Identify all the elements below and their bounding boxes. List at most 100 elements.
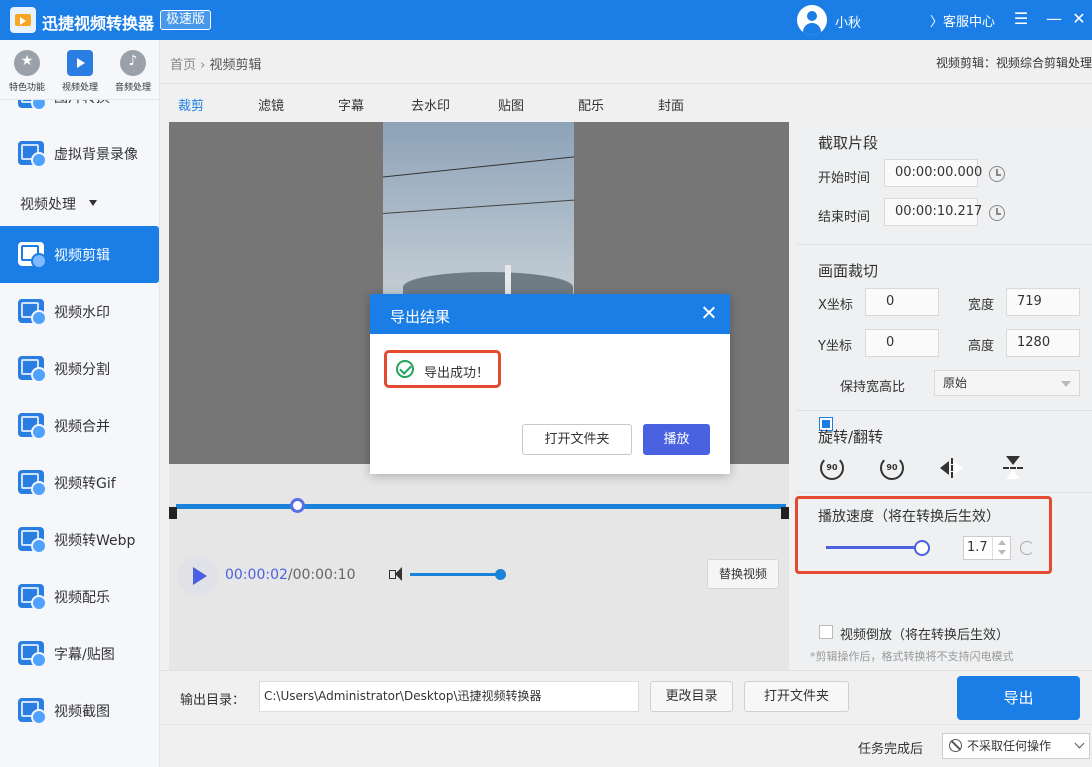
success-message-box: 导出成功！	[384, 350, 501, 388]
avatar[interactable]	[797, 5, 827, 35]
after-task-select[interactable]: 不采取任何操作	[942, 733, 1090, 759]
height-label: 高度	[968, 339, 995, 354]
sidebar-item-video-watermark[interactable]: 视频水印	[0, 283, 159, 340]
clock-icon[interactable]	[989, 166, 1005, 182]
replace-video-button[interactable]: 替换视频	[707, 559, 779, 589]
sidebar-item-video-to-gif[interactable]: 视频转Gif	[0, 454, 159, 511]
y-input[interactable]: 0	[865, 329, 939, 357]
sticker-icon	[18, 641, 47, 668]
success-message: 导出成功！	[424, 366, 490, 381]
play-button[interactable]	[178, 556, 218, 596]
close-window-icon[interactable]: ✕	[1068, 8, 1090, 30]
sidebar-item-label: 视频转Webp	[54, 533, 136, 549]
video-split-icon	[18, 356, 47, 383]
menu-icon[interactable]: ☰	[1010, 8, 1032, 30]
music-icon	[120, 50, 146, 76]
sidebar-item-video-music[interactable]: 视频配乐	[0, 568, 159, 625]
sidebar-section-video[interactable]: 视频处理	[0, 182, 159, 226]
check-circle-icon	[396, 360, 414, 378]
title-bar: 迅捷视频转换器 极速版 小秋 〉客服中心 ☰ — ✕	[0, 0, 1092, 40]
x-input[interactable]: 0	[865, 288, 939, 316]
clock-icon[interactable]	[989, 205, 1005, 221]
timeline-area: 00:00:02/00:00:10 替换视频	[169, 464, 789, 670]
dialog-play-button[interactable]: 播放	[643, 424, 710, 455]
sidebar-item-virtual-bg[interactable]: 虚拟背景录像	[0, 125, 159, 182]
tab-sticker[interactable]: 贴图	[498, 95, 524, 114]
category-video[interactable]: 视频处理	[55, 50, 105, 93]
sidebar-item-video-to-webp[interactable]: 视频转Webp	[0, 511, 159, 568]
username[interactable]: 小秋	[835, 12, 861, 31]
category-label: 音频处理	[114, 83, 151, 93]
rotate-section-title: 旋转/翻转	[818, 428, 884, 446]
gif-icon	[18, 470, 47, 497]
category-special[interactable]: 特色功能	[2, 50, 52, 93]
export-button[interactable]: 导出	[957, 676, 1080, 720]
volume-icon[interactable]	[389, 566, 407, 582]
height-input[interactable]: 1280	[1006, 329, 1080, 357]
trim-handle-left[interactable]	[169, 507, 177, 519]
app-logo-icon	[10, 7, 36, 33]
breadcrumb-current: 视频剪辑	[209, 58, 262, 73]
end-time-input[interactable]: 00:00:10.217	[884, 198, 982, 226]
tab-remove-watermark[interactable]: 去水印	[411, 95, 450, 114]
settings-panel: 截取片段 开始时间 00:00:00.000 结束时间 00:00:10.217…	[795, 122, 1092, 670]
after-task-label: 任务完成后	[858, 742, 924, 757]
rotate-cw-icon[interactable]: 90	[880, 456, 904, 480]
time-display: 00:00:02/00:00:10	[225, 567, 355, 583]
divider	[797, 410, 1092, 411]
video-watermark-icon	[18, 299, 47, 326]
trim-handle-right[interactable]	[781, 507, 789, 519]
sidebar-item-label: 虚拟背景录像	[54, 147, 138, 163]
volume-knob[interactable]	[495, 569, 507, 580]
volume-slider[interactable]	[410, 573, 505, 576]
breadcrumb-bar: 首页 › 视频剪辑 视频剪辑：视频综合剪辑处理	[160, 40, 1092, 84]
start-time-input[interactable]: 00:00:00.000	[884, 159, 982, 187]
width-input[interactable]: 719	[1006, 288, 1080, 316]
video-edit-icon	[18, 242, 47, 269]
keep-ratio-label: 保持宽高比	[840, 380, 906, 395]
timeline-track[interactable]	[176, 504, 786, 509]
output-path-field[interactable]: C:\Users\Administrator\Desktop\迅捷视频转换器	[259, 681, 639, 712]
flip-vertical-icon[interactable]	[1001, 456, 1025, 480]
dialog-header: 导出结果	[370, 294, 730, 334]
minimize-icon[interactable]: —	[1043, 8, 1065, 30]
screenshot-icon	[18, 698, 47, 725]
breadcrumb: 首页 › 视频剪辑	[170, 54, 262, 73]
sidebar-item-video-split[interactable]: 视频分割	[0, 340, 159, 397]
sidebar-item-subtitle-sticker[interactable]: 字幕/贴图	[0, 625, 159, 682]
close-icon[interactable]	[698, 302, 720, 324]
tab-music[interactable]: 配乐	[578, 95, 604, 114]
edit-note: *剪辑操作后，格式转换将不支持闪电模式	[810, 650, 1014, 663]
music-icon	[18, 584, 47, 611]
total-time: /00:00:10	[287, 567, 356, 583]
change-directory-button[interactable]: 更改目录	[650, 681, 733, 712]
sidebar-item-video-screenshot[interactable]: 视频截图	[0, 682, 159, 739]
category-audio[interactable]: 音频处理	[108, 50, 158, 93]
breadcrumb-home[interactable]: 首页	[170, 58, 196, 73]
sidebar-item-label: 视频转Gif	[54, 476, 116, 492]
tab-crop[interactable]: 裁剪	[178, 95, 204, 114]
ratio-select[interactable]: 原始	[934, 370, 1080, 396]
tab-subtitle[interactable]: 字幕	[338, 95, 364, 114]
sidebar-item-label: 视频合并	[54, 419, 110, 435]
open-folder-button[interactable]: 打开文件夹	[744, 681, 849, 712]
dialog-open-folder-button[interactable]: 打开文件夹	[522, 424, 632, 455]
sidebar-item-video-edit[interactable]: 视频剪辑	[0, 226, 159, 283]
edition-badge: 极速版	[160, 10, 212, 30]
flip-horizontal-icon[interactable]	[940, 456, 964, 480]
nav-list: 图片转换 虚拟背景录像 视频处理 视频剪辑 视频水印 视频分割 视频合并 视频	[0, 84, 159, 739]
category-bar: 特色功能 视频处理 音频处理	[0, 40, 159, 100]
reverse-checkbox[interactable]	[819, 625, 833, 639]
status-bar: 任务完成后 不采取任何操作	[160, 724, 1092, 767]
service-center-link[interactable]: 〉客服中心	[930, 11, 995, 30]
sidebar-item-label: 视频配乐	[54, 590, 110, 606]
sidebar-item-label: 视频分割	[54, 362, 110, 378]
tab-filter[interactable]: 滤镜	[258, 95, 284, 114]
virtual-bg-icon	[18, 141, 47, 168]
playhead[interactable]	[290, 498, 305, 513]
rotate-ccw-icon[interactable]: 90	[820, 456, 844, 480]
dialog-title: 导出结果	[390, 308, 451, 326]
star-icon	[14, 50, 40, 76]
tab-cover[interactable]: 封面	[658, 95, 684, 114]
sidebar-item-video-merge[interactable]: 视频合并	[0, 397, 159, 454]
